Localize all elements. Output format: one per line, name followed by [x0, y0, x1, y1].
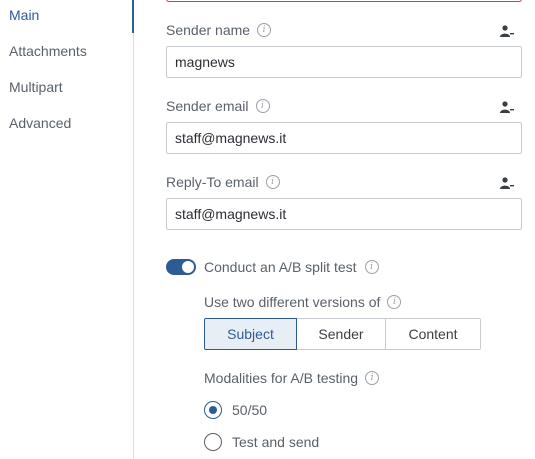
- versions-label-text: Use two different versions of: [204, 294, 381, 310]
- option-sender-button[interactable]: Sender: [296, 318, 386, 350]
- radio-button[interactable]: [204, 401, 222, 419]
- ab-test-toggle-label: Conduct an A/B split test: [204, 259, 357, 275]
- info-icon[interactable]: i: [265, 175, 280, 189]
- sender-name-label-text: Sender name: [166, 22, 251, 38]
- modality-option-test-and-send[interactable]: Test and send: [204, 433, 319, 451]
- ab-test-toggle-row: Conduct an A/B split test i: [166, 259, 379, 275]
- modalities-label: Modalities for A/B testing i: [204, 370, 380, 386]
- sender-email-label-text: Sender email: [166, 98, 249, 114]
- sidebar: Main Attachments Multipart Advanced: [0, 0, 134, 459]
- sidebar-item-attachments[interactable]: Attachments: [9, 43, 87, 59]
- sidebar-item-advanced[interactable]: Advanced: [9, 115, 71, 131]
- versions-label: Use two different versions of i: [204, 294, 402, 310]
- person-icon[interactable]: [500, 177, 514, 189]
- sidebar-item-main[interactable]: Main: [9, 7, 39, 23]
- option-subject-button[interactable]: Subject: [204, 318, 297, 350]
- modality-label: 50/50: [232, 402, 268, 418]
- sender-email-label: Sender email i: [166, 98, 270, 114]
- option-content-button[interactable]: Content: [385, 318, 481, 350]
- info-icon[interactable]: i: [364, 260, 379, 274]
- radio-button[interactable]: [204, 433, 222, 451]
- modality-label: Test and send: [232, 434, 320, 450]
- sender-email-input[interactable]: [166, 122, 522, 154]
- modality-option-50-50[interactable]: 50/50: [204, 401, 267, 419]
- person-icon[interactable]: [500, 25, 514, 37]
- sidebar-item-multipart[interactable]: Multipart: [9, 79, 63, 95]
- modalities-label-text: Modalities for A/B testing: [204, 370, 359, 386]
- reply-to-label: Reply-To email i: [166, 174, 280, 190]
- reply-to-label-text: Reply-To email: [166, 174, 259, 190]
- sender-name-label: Sender name i: [166, 22, 272, 38]
- info-icon[interactable]: i: [257, 23, 272, 37]
- main-form: Sender name i Sender email i Reply-To em…: [134, 0, 535, 459]
- subject-field-partial[interactable]: [166, 0, 522, 2]
- reply-to-input[interactable]: [166, 198, 522, 230]
- info-icon[interactable]: i: [255, 99, 270, 113]
- toggle-knob: [182, 261, 194, 273]
- ab-test-toggle[interactable]: [166, 259, 196, 275]
- version-segmented-control: Subject Sender Content: [204, 318, 481, 350]
- person-icon[interactable]: [500, 101, 514, 113]
- info-icon[interactable]: i: [387, 295, 402, 309]
- info-icon[interactable]: i: [365, 371, 380, 385]
- sender-name-input[interactable]: [166, 46, 522, 78]
